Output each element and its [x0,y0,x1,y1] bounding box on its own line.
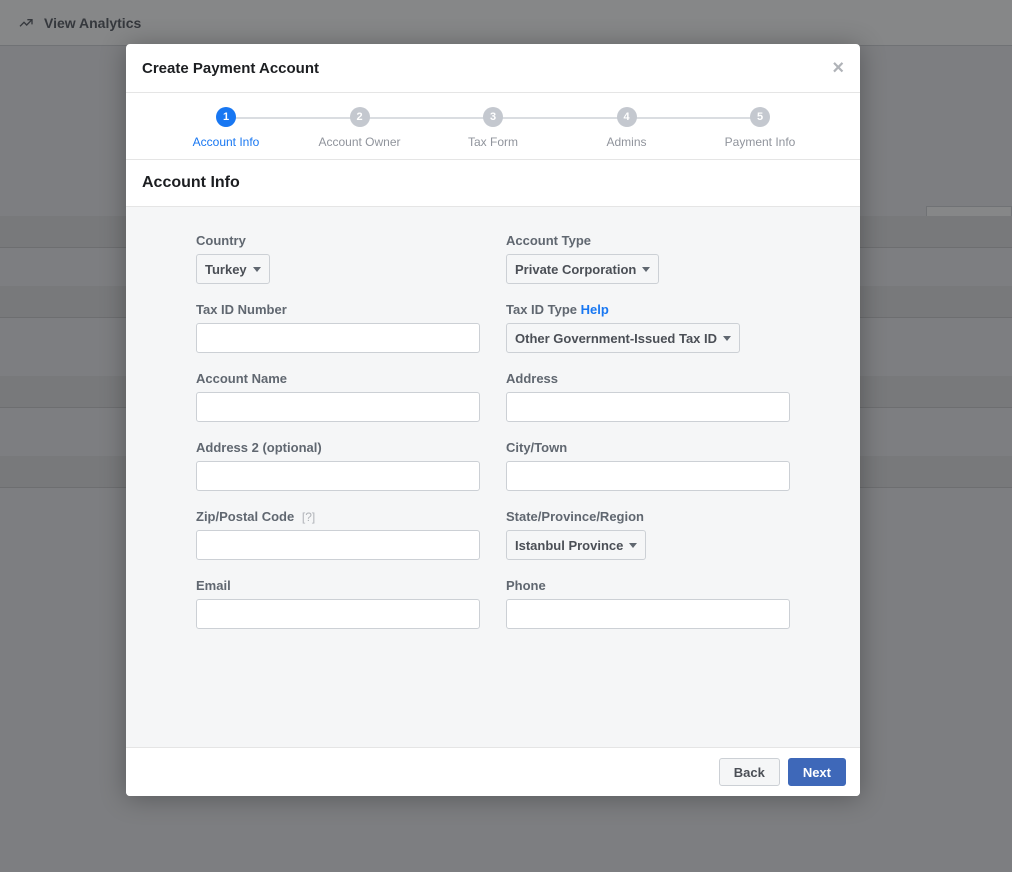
field-phone: Phone [506,578,790,629]
country-value: Turkey [205,262,247,277]
field-country: Country Turkey [196,233,480,284]
field-city: City/Town [506,440,790,491]
chevron-down-icon [642,267,650,272]
field-tax-id-type: Tax ID Type Help Other Government-Issued… [506,302,790,353]
step-number: 4 [617,107,637,127]
tax-id-type-value: Other Government-Issued Tax ID [515,331,717,346]
tax-id-type-select[interactable]: Other Government-Issued Tax ID [506,323,740,353]
close-icon[interactable]: × [832,58,844,78]
step-label: Account Info [193,135,260,149]
state-value: Istanbul Province [515,538,623,553]
step-account-info[interactable]: 1 Account Info [166,107,286,149]
tax-id-type-label-text: Tax ID Type [506,302,577,317]
step-tax-form[interactable]: 3 Tax Form [433,107,553,149]
tax-id-number-label: Tax ID Number [196,302,480,317]
field-address: Address [506,371,790,422]
zip-input[interactable] [196,530,480,560]
next-button[interactable]: Next [788,758,846,786]
modal-header: Create Payment Account × [126,44,860,93]
chevron-down-icon [253,267,261,272]
field-account-type: Account Type Private Corporation [506,233,790,284]
phone-label: Phone [506,578,790,593]
email-label: Email [196,578,480,593]
account-type-select[interactable]: Private Corporation [506,254,659,284]
form-area: Country Turkey Account Type Private Corp… [126,207,860,747]
field-email: Email [196,578,480,629]
zip-help-icon[interactable]: [?] [302,510,315,524]
field-account-name: Account Name [196,371,480,422]
step-label: Tax Form [468,135,518,149]
state-select[interactable]: Istanbul Province [506,530,646,560]
state-label: State/Province/Region [506,509,790,524]
country-label: Country [196,233,480,248]
step-label: Payment Info [725,135,796,149]
address2-input[interactable] [196,461,480,491]
back-button[interactable]: Back [719,758,780,786]
tax-id-type-label: Tax ID Type Help [506,302,790,317]
chevron-down-icon [723,336,731,341]
account-type-label: Account Type [506,233,790,248]
step-account-owner[interactable]: 2 Account Owner [300,107,420,149]
account-name-label: Account Name [196,371,480,386]
step-label: Account Owner [318,135,400,149]
city-label: City/Town [506,440,790,455]
address-label: Address [506,371,790,386]
account-name-input[interactable] [196,392,480,422]
country-select[interactable]: Turkey [196,254,270,284]
section-title: Account Info [126,160,860,207]
city-input[interactable] [506,461,790,491]
zip-label-text: Zip/Postal Code [196,509,294,524]
tax-id-type-help-link[interactable]: Help [581,302,609,317]
step-number: 1 [216,107,236,127]
modal-footer: Back Next [126,747,860,796]
field-state: State/Province/Region Istanbul Province [506,509,790,560]
modal-title: Create Payment Account [142,60,319,77]
create-payment-account-modal: Create Payment Account × 1 Account Info … [126,44,860,796]
step-number: 5 [750,107,770,127]
step-number: 3 [483,107,503,127]
phone-input[interactable] [506,599,790,629]
account-type-value: Private Corporation [515,262,636,277]
address2-label: Address 2 (optional) [196,440,480,455]
field-tax-id-number: Tax ID Number [196,302,480,353]
email-input[interactable] [196,599,480,629]
step-payment-info[interactable]: 5 Payment Info [700,107,820,149]
field-address2: Address 2 (optional) [196,440,480,491]
stepper: 1 Account Info 2 Account Owner 3 Tax For… [126,93,860,160]
field-zip: Zip/Postal Code [?] [196,509,480,560]
step-admins[interactable]: 4 Admins [567,107,687,149]
zip-label: Zip/Postal Code [?] [196,509,480,524]
chevron-down-icon [629,543,637,548]
tax-id-number-input[interactable] [196,323,480,353]
address-input[interactable] [506,392,790,422]
step-number: 2 [350,107,370,127]
step-label: Admins [606,135,646,149]
